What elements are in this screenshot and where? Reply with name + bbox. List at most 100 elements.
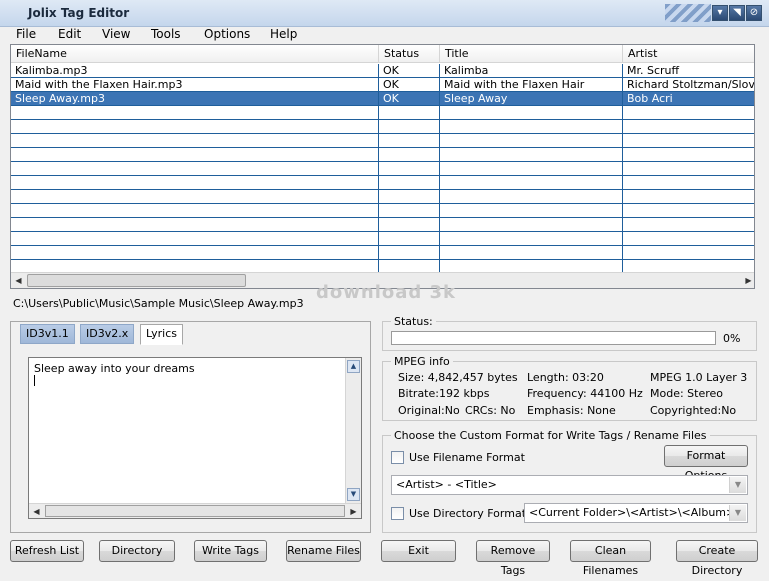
use-filename-format-label[interactable]: Use Filename Format: [409, 451, 525, 464]
minimize-icon[interactable]: ▾: [712, 5, 728, 21]
info-size: Size: 4,842,457 bytes: [398, 371, 518, 384]
cell-filename: Sleep Away.mp3: [15, 92, 106, 105]
cell-artist: Richard Stoltzman/Slovak: [627, 78, 755, 91]
watermark-logo: download 3k: [316, 282, 457, 303]
menu-edit[interactable]: Edit: [58, 27, 81, 41]
cell-title: Sleep Away: [444, 92, 508, 105]
create-directory-button[interactable]: Create Directory: [676, 540, 758, 577]
column-divider: [439, 64, 440, 274]
title-bar: Jolix Tag Editor ▾ ◥ ⊘: [0, 0, 769, 27]
filename-format-select[interactable]: <Artist> - <Title> ▼: [391, 475, 748, 495]
cell-status: OK: [383, 92, 399, 105]
brand-logo: [665, 4, 711, 22]
scroll-right-icon[interactable]: ▶: [346, 504, 361, 519]
menu-tools[interactable]: Tools: [151, 27, 181, 41]
menu-view[interactable]: View: [102, 27, 130, 41]
filename-format-value: <Artist> - <Title>: [396, 478, 497, 491]
format-options-button[interactable]: Format Options: [664, 445, 748, 482]
menu-help[interactable]: Help: [270, 27, 297, 41]
remove-tags-button[interactable]: Remove Tags: [476, 540, 550, 577]
column-status[interactable]: Status: [379, 45, 440, 63]
menu-options[interactable]: Options: [204, 27, 250, 41]
info-crcs: CRCs: No: [465, 404, 516, 417]
custom-format-label: Choose the Custom Format for Write Tags …: [391, 429, 710, 442]
empty-row[interactable]: [11, 148, 754, 162]
scroll-up-icon[interactable]: ▲: [347, 360, 360, 373]
scroll-down-icon[interactable]: ▼: [347, 488, 360, 501]
empty-row[interactable]: [11, 204, 754, 218]
info-frequency: Frequency: 44100 Hz: [527, 387, 643, 400]
cell-title: Kalimba: [444, 64, 489, 77]
use-directory-format-checkbox[interactable]: [391, 507, 404, 520]
progress-bar: [391, 331, 716, 345]
empty-row[interactable]: [11, 162, 754, 176]
write-tags-button[interactable]: Write Tags: [194, 540, 267, 562]
window-title: Jolix Tag Editor: [28, 6, 130, 20]
table-row[interactable]: Kalimba.mp3 OK Kalimba Mr. Scruff: [11, 64, 754, 78]
empty-row[interactable]: [11, 232, 754, 246]
directory-button[interactable]: Directory: [99, 540, 175, 562]
chevron-down-icon[interactable]: ▼: [729, 477, 746, 493]
info-original: Original:No: [398, 404, 460, 417]
directory-format-value: <Current Folder>\<Artist>\<Album>\: [529, 506, 739, 519]
empty-row[interactable]: [11, 246, 754, 260]
cell-status: OK: [383, 64, 399, 77]
info-mode: Mode: Stereo: [650, 387, 724, 400]
scroll-thumb[interactable]: [45, 505, 345, 517]
empty-row[interactable]: [11, 190, 754, 204]
cell-title: Maid with the Flaxen Hair: [444, 78, 585, 91]
close-icon[interactable]: ⊘: [746, 5, 762, 21]
tab-id3v2[interactable]: ID3v2.x: [80, 324, 135, 344]
cell-artist: Mr. Scruff: [627, 64, 680, 77]
use-filename-format-checkbox[interactable]: [391, 451, 404, 464]
info-copyrighted: Copyrighted:No: [650, 404, 737, 417]
scroll-thumb[interactable]: [27, 274, 246, 287]
tab-lyrics[interactable]: Lyrics: [140, 324, 183, 345]
table-row[interactable]: Maid with the Flaxen Hair.mp3 OK Maid with…: [11, 78, 755, 92]
column-artist[interactable]: Artist: [623, 45, 754, 63]
cell-filename: Kalimba.mp3: [15, 64, 88, 77]
table-row[interactable]: Sleep Away.mp3 OK Sleep Away Bob Acri: [11, 92, 754, 106]
column-title[interactable]: Title: [440, 45, 623, 63]
lyrics-text: Sleep away into your dreams: [34, 362, 195, 375]
file-list-header: FileName Status Title Artist: [11, 45, 754, 63]
menu-file[interactable]: File: [16, 27, 36, 41]
menu-bar: File Edit View Tools Options Help: [0, 27, 769, 43]
lyrics-textarea[interactable]: Sleep away into your dreams ▲ ▼ ◀ ▶: [28, 357, 362, 519]
use-directory-format-label[interactable]: Use Directory Format: [409, 507, 526, 520]
info-emphasis: Emphasis: None: [527, 404, 616, 417]
info-length: Length: 03:20: [527, 371, 604, 384]
info-bitrate: Bitrate:192 kbps: [398, 387, 490, 400]
refresh-list-button[interactable]: Refresh List: [10, 540, 84, 562]
lyrics-hscrollbar[interactable]: ◀ ▶: [29, 503, 361, 518]
tab-id3v1[interactable]: ID3v1.1: [20, 324, 75, 344]
exit-button[interactable]: Exit: [381, 540, 456, 562]
column-filename[interactable]: FileName: [11, 45, 379, 63]
clean-filenames-button[interactable]: Clean Filenames: [570, 540, 651, 577]
empty-row[interactable]: [11, 134, 754, 148]
mpeg-info-label: MPEG info: [391, 355, 453, 368]
file-list[interactable]: FileName Status Title Artist Kalimba.mp3…: [10, 44, 755, 289]
column-divider: [622, 64, 623, 274]
chevron-down-icon[interactable]: ▼: [729, 505, 746, 521]
column-divider: [378, 64, 379, 274]
scroll-left-icon[interactable]: ◀: [29, 504, 44, 519]
rename-files-button[interactable]: Rename Files: [286, 540, 361, 562]
empty-row[interactable]: [11, 120, 754, 134]
cell-status: OK: [383, 78, 399, 91]
lyrics-vscrollbar[interactable]: ▲ ▼: [345, 358, 361, 504]
cell-artist: Bob Acri: [627, 92, 673, 105]
status-label: Status:: [391, 315, 436, 328]
scroll-right-icon[interactable]: ▶: [741, 273, 754, 288]
empty-row[interactable]: [11, 176, 754, 190]
current-file-path: C:\Users\Public\Music\Sample Music\Sleep…: [13, 297, 304, 310]
restore-icon[interactable]: ◥: [729, 5, 745, 21]
scroll-left-icon[interactable]: ◀: [11, 273, 26, 288]
text-caret: [34, 375, 35, 386]
empty-row[interactable]: [11, 218, 754, 232]
progress-percent: 0%: [723, 332, 741, 345]
file-list-body: Kalimba.mp3 OK Kalimba Mr. Scruff Maid with …: [11, 64, 755, 274]
empty-row[interactable]: [11, 106, 754, 120]
cell-filename: Maid with the Flaxen Hair.mp3: [15, 78, 183, 91]
directory-format-select[interactable]: <Current Folder>\<Artist>\<Album>\ ▼: [524, 503, 748, 523]
